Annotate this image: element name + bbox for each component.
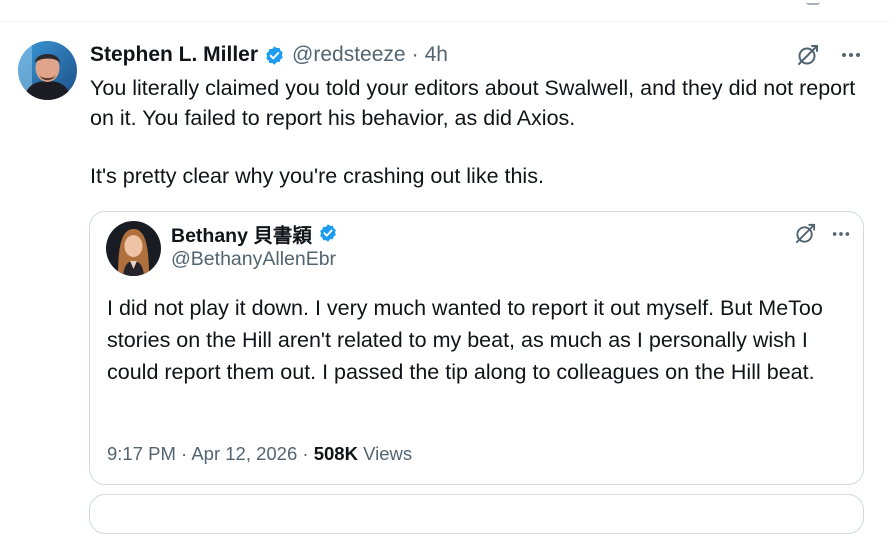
author-handle[interactable]: @redsteeze — [292, 43, 406, 67]
quoted-tweet-card[interactable]: Bethany 貝書穎 @BethanyAllenEbr I did not p… — [89, 211, 864, 485]
views-count: 508K — [313, 443, 358, 464]
more-options-icon[interactable] — [831, 224, 851, 244]
verified-badge-icon[interactable] — [264, 45, 285, 66]
quoted-tweet-meta: 9:17 PM · Apr 12, 2026 · 508K Views — [107, 443, 412, 465]
views-label: Views — [363, 443, 413, 464]
quoted-author-name[interactable]: Bethany 貝書穎 — [171, 219, 312, 248]
separator-dot: · — [411, 43, 419, 66]
meta-separator: · — [302, 443, 309, 464]
tweet-text: You literally claimed you told your edit… — [90, 74, 880, 192]
author-avatar[interactable] — [18, 41, 77, 100]
quoted-author-handle[interactable]: @BethanyAllenEbr — [171, 248, 336, 271]
header-actions — [796, 43, 862, 67]
quoted-timestamp[interactable]: 9:17 PM · Apr 12, 2026 — [107, 443, 297, 464]
author-name[interactable]: Stephen L. Miller — [90, 43, 258, 67]
grok-icon[interactable] — [794, 222, 817, 245]
top-divider — [0, 21, 890, 22]
top-corner-mark — [806, 0, 820, 5]
quoted-actions — [794, 222, 851, 245]
post-time[interactable]: 4h — [425, 43, 448, 67]
verified-badge-icon[interactable] — [318, 223, 338, 243]
quoted-author-avatar[interactable] — [106, 221, 161, 276]
more-options-icon[interactable] — [840, 44, 862, 66]
tweet-paragraph: It's pretty clear why you're crashing ou… — [90, 164, 544, 188]
quoted-name-row: Bethany 貝書穎 — [171, 219, 338, 248]
quoted-tweet-text: I did not play it down. I very much want… — [107, 296, 823, 384]
grok-icon[interactable] — [796, 43, 820, 67]
next-card-edge — [89, 494, 864, 534]
tweet-paragraph: You literally claimed you told your edit… — [90, 76, 856, 130]
tweet-header: Stephen L. Miller @redsteeze · 4h — [90, 42, 448, 68]
